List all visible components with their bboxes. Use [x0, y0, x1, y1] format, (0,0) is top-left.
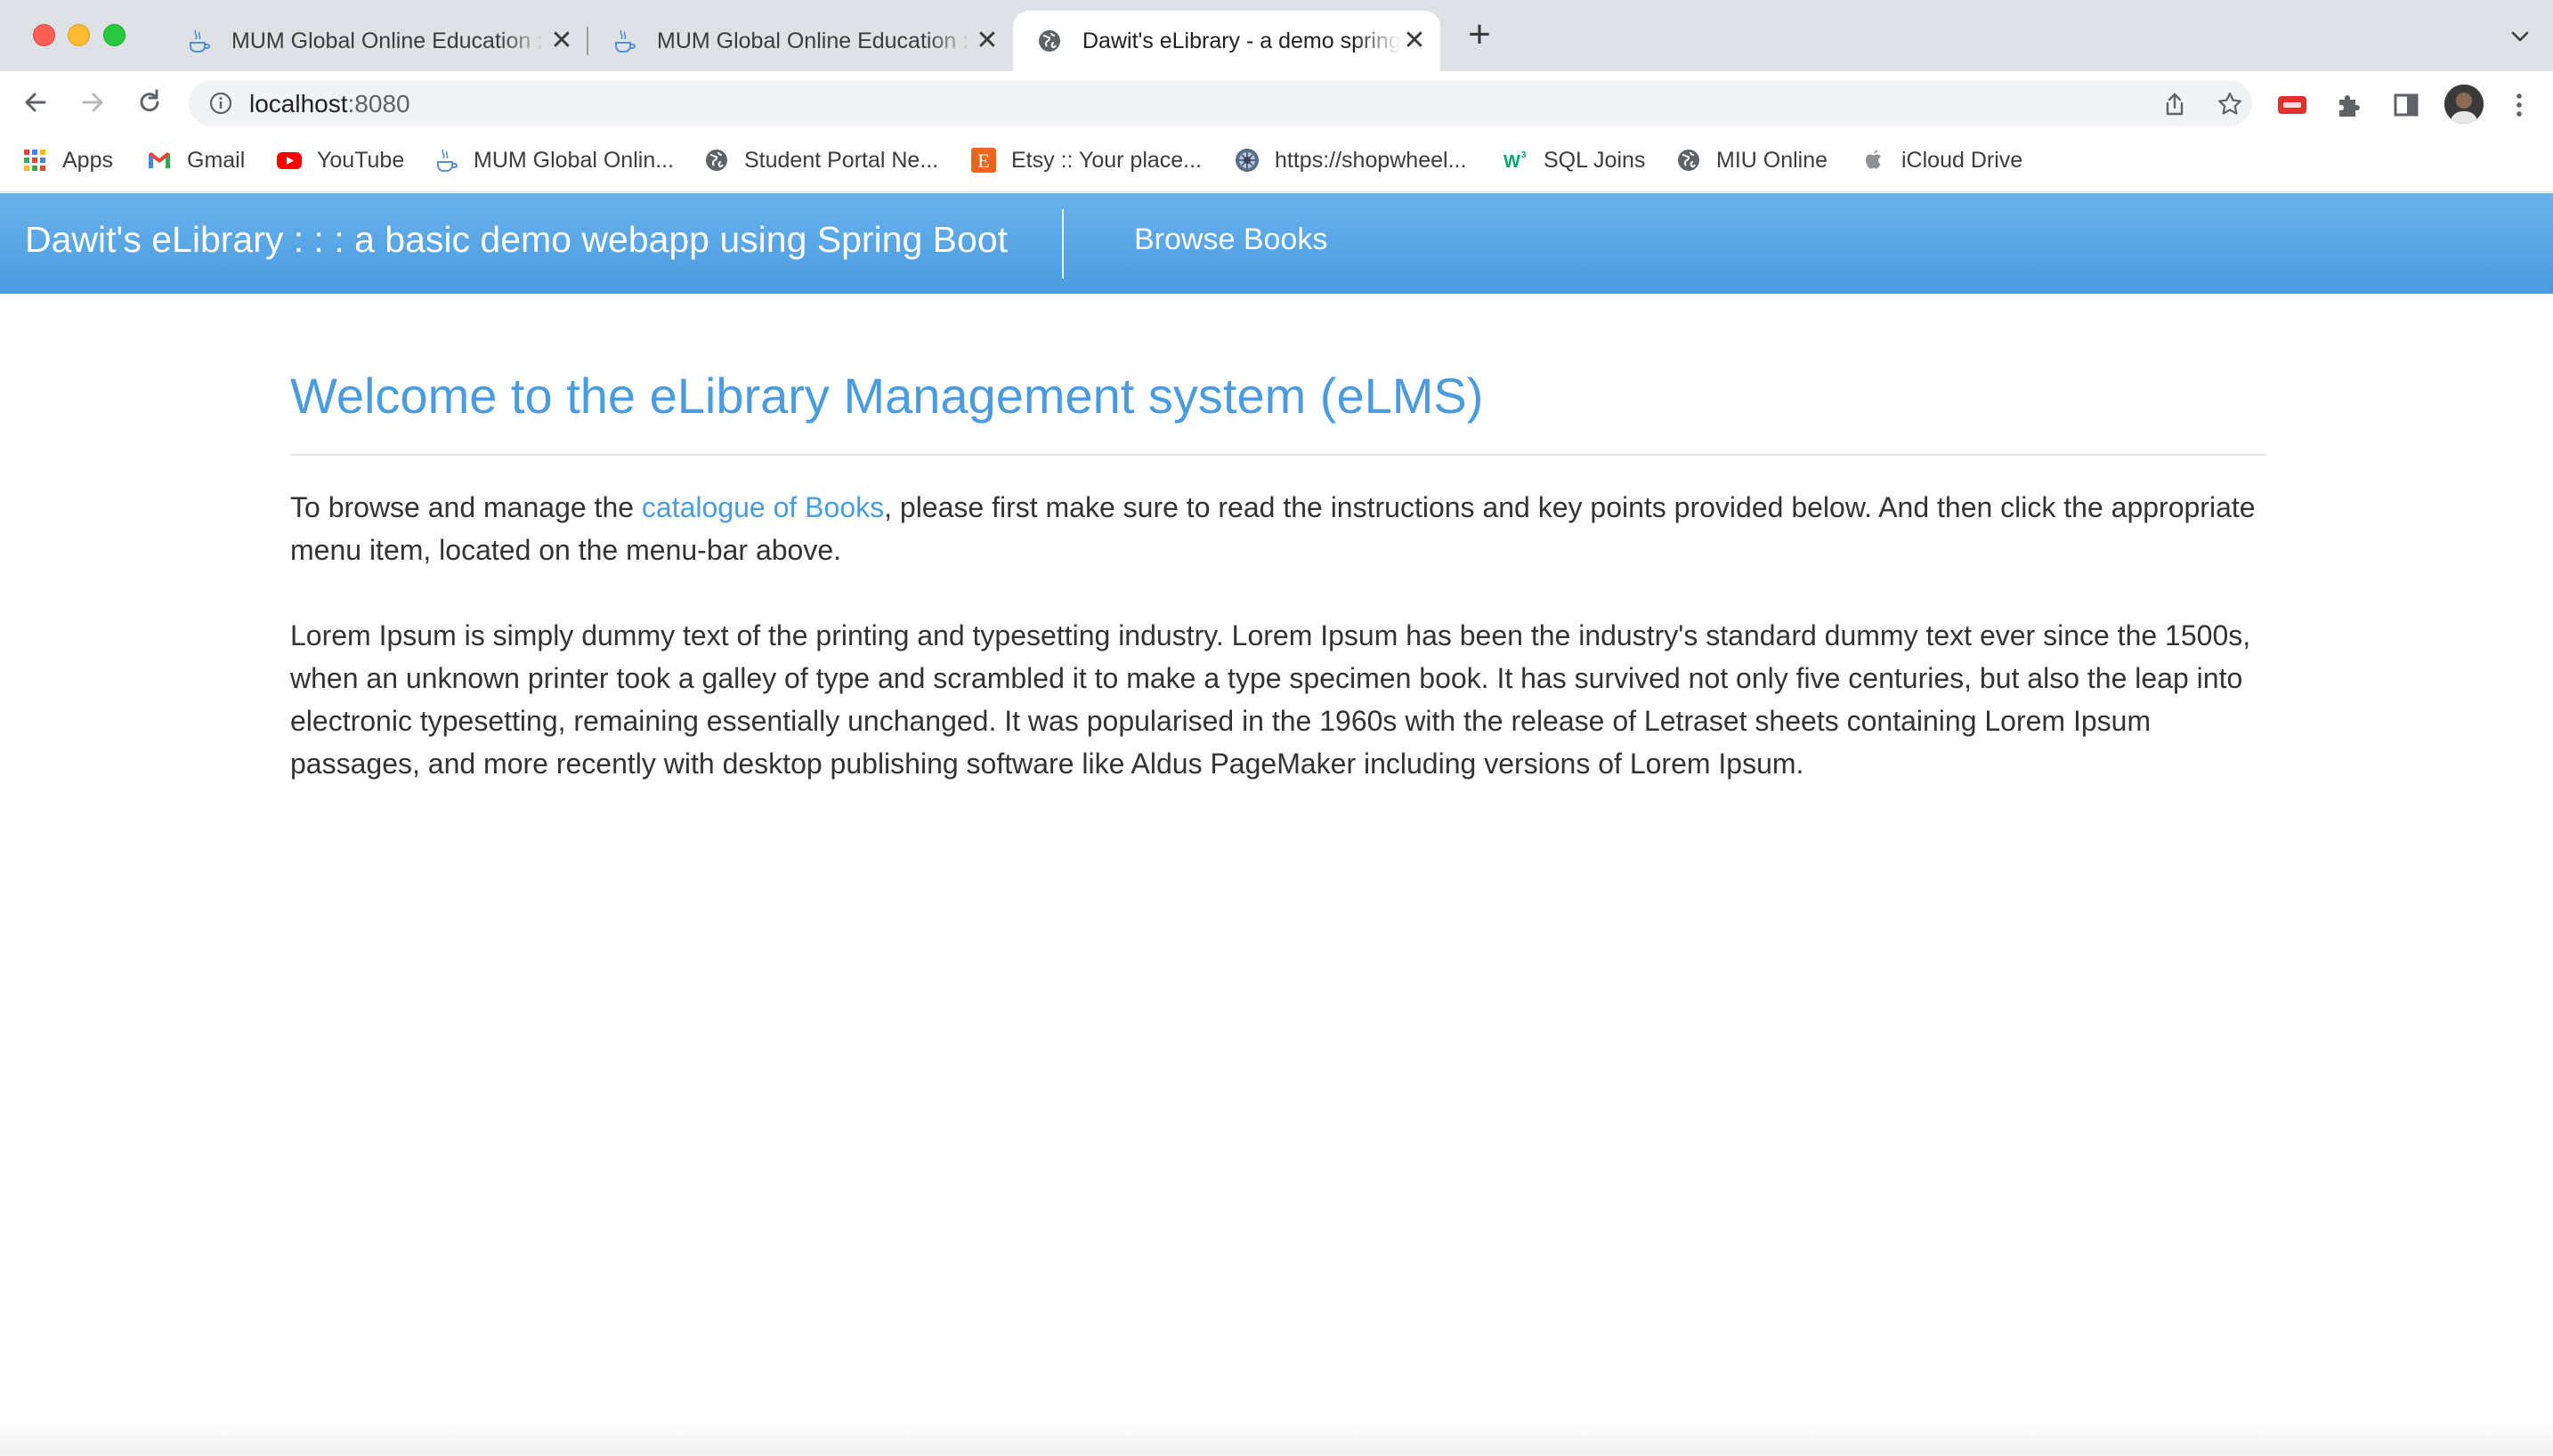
- url-port: :8080: [347, 90, 410, 117]
- window-close-button[interactable]: [33, 24, 55, 46]
- java-cup-icon: [190, 29, 210, 53]
- bookmark-miu-online[interactable]: MIU Online: [1675, 144, 1828, 176]
- svg-text:E: E: [977, 150, 989, 172]
- bookmarks-bar: Apps Gmail YouTube MUM Global Onlin... S…: [0, 133, 2553, 192]
- browser-tab-elibrary-active[interactable]: Dawit's eLibrary - a demo spring ✕: [1013, 11, 1440, 71]
- url-host: localhost: [249, 90, 348, 117]
- catalogue-of-books-link[interactable]: catalogue of Books: [642, 491, 884, 523]
- bookmark-gmail[interactable]: Gmail: [146, 144, 245, 176]
- site-info-icon[interactable]: [208, 91, 233, 116]
- address-url[interactable]: localhost:8080: [249, 90, 410, 118]
- svg-text:W: W: [1503, 152, 1520, 172]
- close-tab-icon[interactable]: ✕: [974, 28, 1001, 54]
- bookmark-etsy[interactable]: E Etsy :: Your place...: [970, 144, 1202, 176]
- browser-tab-mum-2[interactable]: MUM Global Online Education : ✕: [588, 11, 1013, 71]
- youtube-icon: [277, 152, 302, 169]
- extension-badge-icon[interactable]: [2277, 90, 2307, 120]
- java-cup-icon: [615, 29, 636, 53]
- lorem-paragraph: Lorem Ipsum is simply dummy text of the …: [290, 619, 2251, 780]
- profile-photo-icon: [2444, 85, 2484, 124]
- share-icon[interactable]: [2161, 91, 2188, 117]
- app-brand-link[interactable]: Dawit's eLibrary : : : a basic demo weba…: [25, 219, 1008, 261]
- window-minimize-button[interactable]: [68, 24, 90, 46]
- profile-avatar[interactable]: [2444, 85, 2484, 124]
- close-tab-icon[interactable]: ✕: [548, 28, 575, 54]
- bookmark-label: iCloud Drive: [1901, 147, 2023, 173]
- forward-arrow-icon[interactable]: [75, 85, 110, 120]
- bookmark-star-icon[interactable]: [2217, 91, 2243, 117]
- browser-tab-mum-1[interactable]: MUM Global Online Education : ✕: [162, 11, 588, 71]
- apple-icon: [1866, 150, 1881, 169]
- w3schools-icon: W 3: [1503, 150, 1527, 172]
- tab-title: Dawit's eLibrary - a demo spring: [1082, 28, 1401, 53]
- address-bar[interactable]: localhost:8080: [189, 80, 2252, 126]
- bookmark-label: YouTube: [317, 147, 405, 173]
- bookmark-label: SQL Joins: [1544, 147, 1646, 173]
- bookmark-label: Student Portal Ne...: [744, 147, 939, 173]
- globe-icon: [706, 150, 727, 171]
- tab-title: MUM Global Online Education :: [657, 28, 969, 53]
- bookmark-label: MIU Online: [1716, 147, 1828, 173]
- bookmark-label: MUM Global Onlin...: [474, 147, 675, 173]
- bookmark-label: Gmail: [187, 147, 246, 173]
- close-tab-icon[interactable]: ✕: [1401, 28, 1428, 54]
- extensions-puzzle-icon[interactable]: [2334, 90, 2364, 120]
- tab-search-chevron-icon[interactable]: [2507, 23, 2533, 50]
- browser-toolbar: localhost:8080: [0, 71, 2553, 133]
- gmail-icon: [149, 152, 170, 168]
- browser-menu-icon[interactable]: [2508, 89, 2530, 121]
- bookmark-apps[interactable]: Apps: [21, 144, 113, 176]
- bookmark-label: Etsy :: Your place...: [1011, 147, 1203, 173]
- bookmark-label: https://shopwheel...: [1275, 147, 1467, 173]
- intro-text-before: To browse and manage the: [290, 491, 642, 523]
- bookmark-icloud-drive[interactable]: iCloud Drive: [1860, 144, 2022, 176]
- app-navbar: Dawit's eLibrary : : : a basic demo weba…: [0, 193, 2553, 294]
- etsy-icon: E: [971, 148, 996, 173]
- apps-grid-icon: [24, 150, 45, 171]
- bookmark-student-portal[interactable]: Student Portal Ne...: [703, 144, 938, 176]
- browser-tab-strip: MUM Global Online Education : ✕ MUM Glob…: [0, 0, 2553, 71]
- java-cup-icon: [437, 149, 458, 172]
- navbar-divider: [1062, 209, 1064, 279]
- tab-title: MUM Global Online Education :: [231, 28, 544, 53]
- side-panel-icon[interactable]: [2391, 90, 2421, 120]
- intro-paragraph: To browse and manage the catalogue of Bo…: [290, 486, 2266, 571]
- window-bottom-shadow: [0, 1420, 2553, 1456]
- globe-icon: [1678, 150, 1699, 171]
- reload-icon[interactable]: [132, 85, 167, 120]
- bookmark-sql-joins[interactable]: W 3 SQL Joins: [1503, 144, 1645, 176]
- page-title: Welcome to the eLibrary Management syste…: [290, 368, 1484, 424]
- bookmark-shopwheel[interactable]: https://shopwheel...: [1234, 144, 1466, 176]
- main-content: Welcome to the eLibrary Management syste…: [290, 356, 2266, 785]
- browse-books-link[interactable]: Browse Books: [1134, 222, 1327, 257]
- window-maximize-button[interactable]: [103, 24, 126, 46]
- new-tab-button[interactable]: +: [1463, 15, 1495, 54]
- title-divider: [290, 454, 2266, 456]
- svg-text:3: 3: [1521, 150, 1527, 160]
- globe-icon: [1039, 30, 1060, 52]
- bookmark-label: Apps: [62, 147, 113, 173]
- bookmark-youtube[interactable]: YouTube: [276, 144, 404, 176]
- wheel-icon: [1236, 149, 1259, 172]
- bookmark-mum-global[interactable]: MUM Global Onlin...: [433, 144, 674, 176]
- back-arrow-icon[interactable]: [18, 85, 53, 120]
